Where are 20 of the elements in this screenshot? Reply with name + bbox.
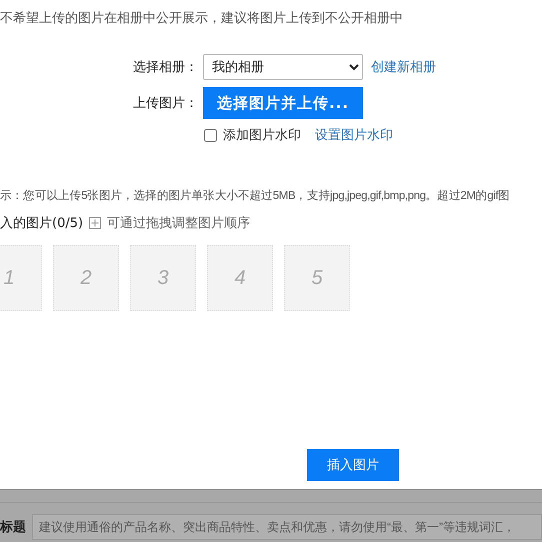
image-slot[interactable]: 3 xyxy=(130,245,196,311)
notice-text: 不希望上传的图片在相册中公开展示，建议将图片上传到不公开相册中 xyxy=(0,10,403,27)
album-select[interactable]: 我的相册 xyxy=(203,54,363,80)
watermark-label: 添加图片水印 xyxy=(223,127,301,144)
insert-image-button[interactable]: 插入图片 xyxy=(307,449,399,481)
image-slot[interactable]: 1 xyxy=(0,245,42,311)
selected-images-title: 入的图片(0/5) xyxy=(0,215,84,232)
album-label: 选择相册： xyxy=(132,59,198,76)
create-album-link[interactable]: 创建新相册 xyxy=(371,58,436,76)
drag-tip: 可通过拖拽调整图片顺序 xyxy=(107,215,250,232)
drag-icon xyxy=(89,217,102,229)
watermark-checkbox[interactable] xyxy=(204,128,217,142)
image-slot[interactable]: 2 xyxy=(53,245,119,311)
upload-button[interactable]: 选择图片并上传... xyxy=(203,87,363,119)
image-slot[interactable]: 5 xyxy=(284,245,350,311)
watermark-settings-link[interactable]: 设置图片水印 xyxy=(315,126,393,144)
image-slot[interactable]: 4 xyxy=(207,245,273,311)
hint-text: 示：您可以上传5张图片，选择的图片单张大小不超过5MB，支持jpg,jpeg,gif,bmp,png。超过2M的gif图 xyxy=(0,188,510,203)
title-input[interactable]: 建议使用通俗的产品名称、突出商品特性、卖点和优惠，请勿使用“最、第一”等违规词汇， xyxy=(32,514,542,540)
upload-label: 上传图片： xyxy=(132,95,198,112)
